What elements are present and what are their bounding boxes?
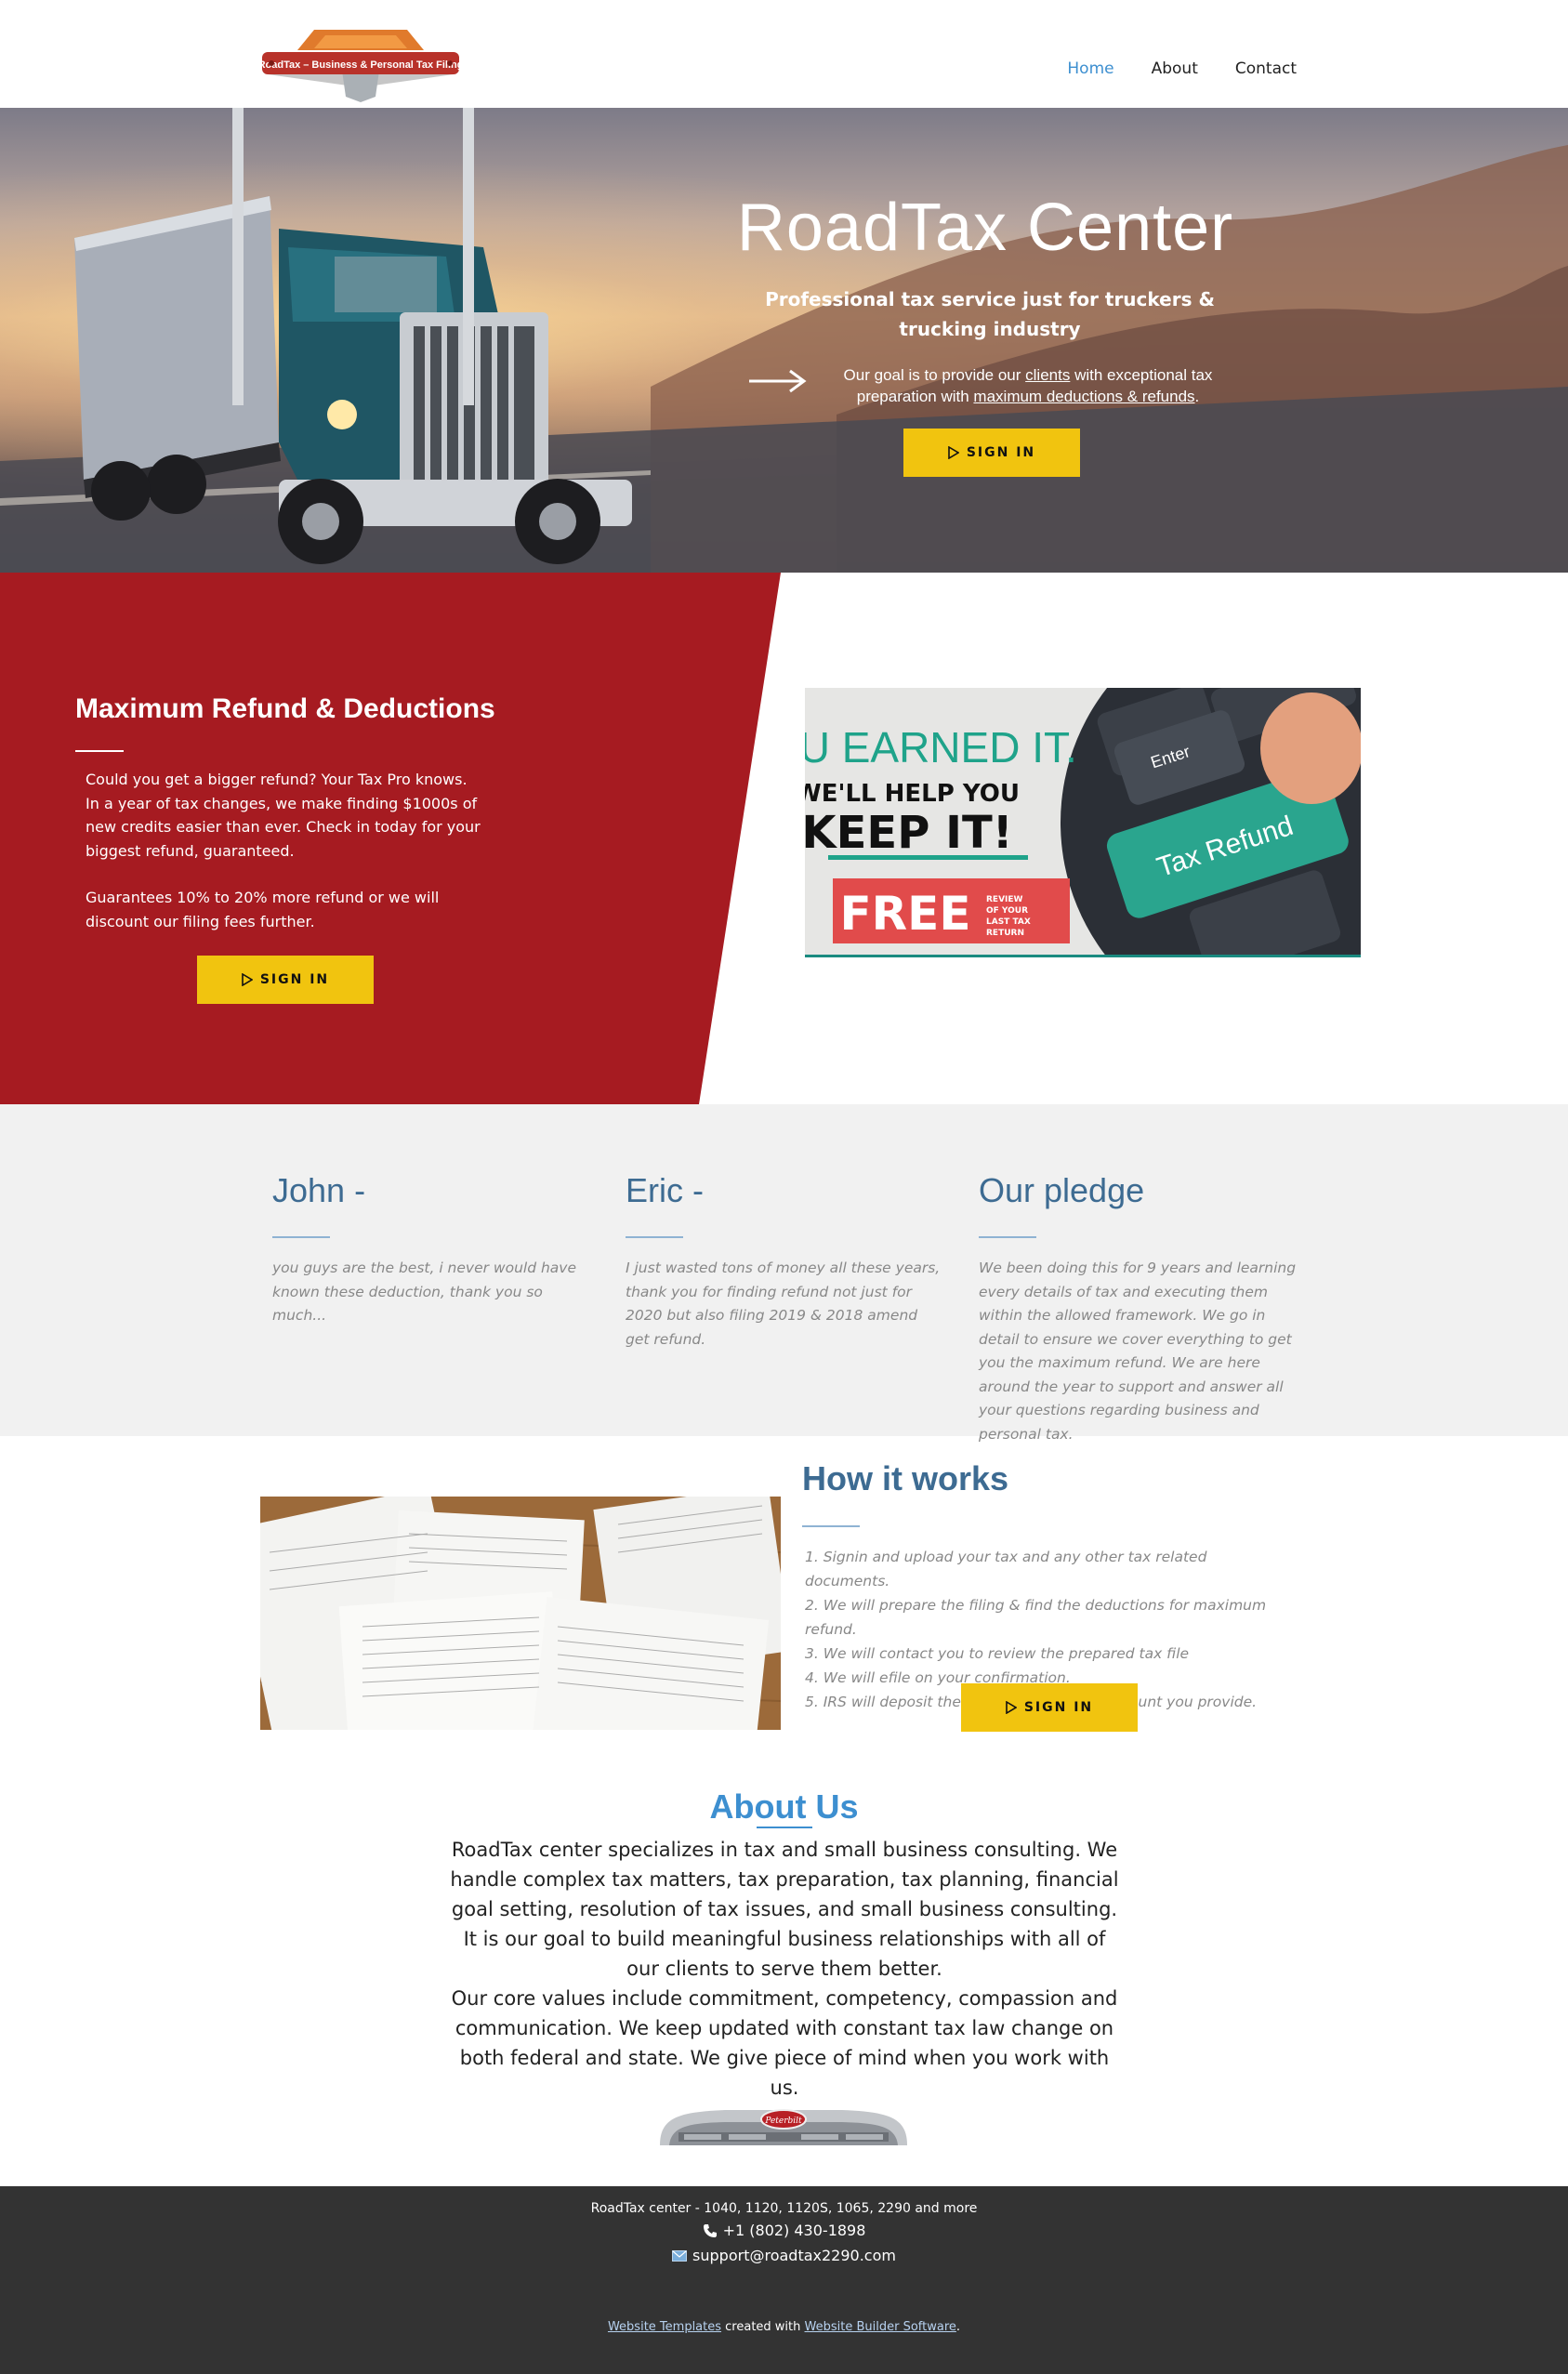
footer-credits: Website Templates created with Website B… xyxy=(607,2320,961,2334)
our-pledge: Our pledge We been doing this for 9 year… xyxy=(979,1171,1299,1446)
play-icon xyxy=(1006,1701,1017,1714)
main-nav: Home About Contact xyxy=(1067,59,1297,78)
logo-text: RoadTax – Business & Personal Tax Filing xyxy=(258,59,463,71)
testimonial-divider xyxy=(272,1236,330,1238)
refund-paragraph-2: Guarantees 10% to 20% more refund or we … xyxy=(86,889,440,930)
about-us-text: RoadTax center specializes in tax and sm… xyxy=(446,1835,1123,2103)
how-sign-in-button[interactable]: SIGN IN xyxy=(961,1683,1138,1732)
testimonial-text: I just wasted tons of money all these ye… xyxy=(626,1260,941,1348)
peterbilt-grille-image: Peterbilt xyxy=(651,2099,916,2145)
promo-help-text: WE'LL HELP YOU xyxy=(805,780,1020,808)
testimonial-eric: Eric - I just wasted tons of money all t… xyxy=(626,1171,942,1352)
svg-text:REVIEW: REVIEW xyxy=(986,895,1023,904)
svg-text:RETURN: RETURN xyxy=(986,929,1024,938)
how-divider xyxy=(802,1525,860,1527)
refund-sign-in-button[interactable]: SIGN IN xyxy=(197,956,374,1004)
play-icon xyxy=(948,446,959,459)
svg-text:LAST TAX: LAST TAX xyxy=(986,917,1031,927)
nav-contact[interactable]: Contact xyxy=(1235,59,1297,78)
clients-link[interactable]: clients xyxy=(1025,366,1070,384)
website-templates-link[interactable]: Website Templates xyxy=(608,2320,721,2334)
pledge-divider xyxy=(979,1236,1036,1238)
testimonial-divider xyxy=(626,1236,683,1238)
svg-text:OF YOUR: OF YOUR xyxy=(986,906,1028,916)
arrow-right-icon xyxy=(749,369,807,393)
how-it-works-title: How it works xyxy=(802,1459,1009,1497)
site-header: RoadTax – Business & Personal Tax Filing… xyxy=(0,0,1568,108)
about-paragraph-1: RoadTax center specializes in tax and sm… xyxy=(450,1839,1119,1980)
envelope-icon xyxy=(672,2249,688,2262)
maximum-deductions-link[interactable]: maximum deductions & refunds xyxy=(973,388,1194,405)
testimonials-section: John - you guys are the best, i never wo… xyxy=(0,1104,1568,1443)
promo-earned-text: YOU EARNED IT. xyxy=(805,723,1077,772)
testimonial-text: you guys are the best, i never would hav… xyxy=(272,1260,577,1324)
pledge-title: Our pledge xyxy=(979,1171,1145,1209)
peterbilt-badge-text: Peterbilt xyxy=(764,2117,802,2126)
pledge-text: We been doing this for 9 years and learn… xyxy=(979,1260,1297,1443)
hero-subtitle: Professional tax service just for trucke… xyxy=(765,288,1215,340)
hero-title: RoadTax Center xyxy=(736,191,1234,265)
refund-divider xyxy=(75,750,124,752)
about-divider xyxy=(757,1827,812,1828)
hero-banner: RoadTax Center Professional tax service … xyxy=(0,108,1568,573)
footer-services: RoadTax center - 1040, 1120, 1120S, 1065… xyxy=(590,2201,978,2216)
refund-paragraph-1: Could you get a bigger refund? Your Tax … xyxy=(86,771,481,860)
footer-email[interactable]: support@roadtax2290.com xyxy=(0,2247,1568,2264)
how-step: 3. We will contact you to review the pre… xyxy=(805,1645,1190,1662)
refund-section: Maximum Refund & Deductions Could you ge… xyxy=(0,573,1568,1104)
site-footer: RoadTax center - 1040, 1120, 1120S, 1065… xyxy=(0,2186,1568,2374)
refund-text: Could you get a bigger refund? Your Tax … xyxy=(86,768,485,956)
how-step: 2. We will prepare the filing & find the… xyxy=(805,1597,1267,1638)
promo-free-text: FREE xyxy=(840,887,971,941)
nav-about[interactable]: About xyxy=(1152,59,1198,78)
play-icon xyxy=(242,973,253,986)
about-paragraph-2: Our core values include commitment, comp… xyxy=(451,1987,1118,2099)
tax-forms-image xyxy=(260,1497,781,1730)
site-logo[interactable]: RoadTax – Business & Personal Tax Filing xyxy=(258,19,463,104)
testimonial-name: John - xyxy=(272,1171,366,1209)
hero-sign-in-button[interactable]: SIGN IN xyxy=(903,429,1080,477)
testimonial-john: John - you guys are the best, i never wo… xyxy=(272,1171,588,1328)
promo-keep-text: KEEP IT! xyxy=(805,807,1013,859)
hero-goal-text: Our goal is to provide our clients with … xyxy=(843,366,1213,405)
footer-phone[interactable]: +1 (802) 430-1898 xyxy=(0,2222,1568,2239)
testimonial-name: Eric - xyxy=(626,1171,704,1209)
phone-icon xyxy=(703,2223,717,2237)
website-builder-link[interactable]: Website Builder Software xyxy=(805,2320,956,2334)
about-us-title: About Us xyxy=(709,1787,859,1826)
refund-title: Maximum Refund & Deductions xyxy=(75,693,495,724)
refund-promo-image: Enter Tax Refund YOU EARNED IT. WE'LL HE… xyxy=(805,688,1361,957)
nav-home[interactable]: Home xyxy=(1067,59,1113,78)
how-step: 1. Signin and upload your tax and any ot… xyxy=(805,1549,1207,1589)
